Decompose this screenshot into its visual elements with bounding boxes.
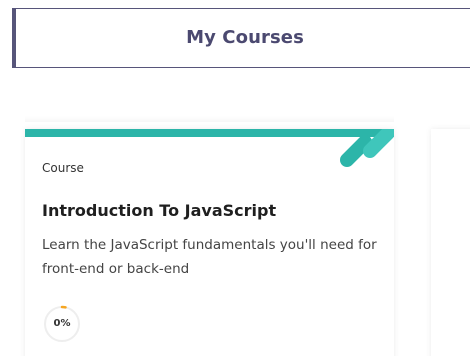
next-course-card-partial[interactable] — [431, 129, 470, 356]
course-card[interactable]: Course Introduction To JavaScript Learn … — [25, 129, 394, 356]
course-type-label: Course — [42, 161, 84, 175]
teal-diagonal-bars-icon — [337, 129, 394, 167]
progress-indicator: 0% — [42, 304, 82, 344]
course-title[interactable]: Introduction To JavaScript — [42, 201, 276, 220]
page-title: My Courses — [186, 27, 304, 48]
progress-percentage: 0% — [53, 318, 71, 329]
my-courses-page: My Courses Course Introduction To JavaSc… — [0, 0, 470, 356]
page-header: My Courses — [12, 8, 470, 68]
card-top-shadow — [25, 116, 394, 122]
course-description: Learn the JavaScript fundamentals you'll… — [42, 237, 377, 277]
